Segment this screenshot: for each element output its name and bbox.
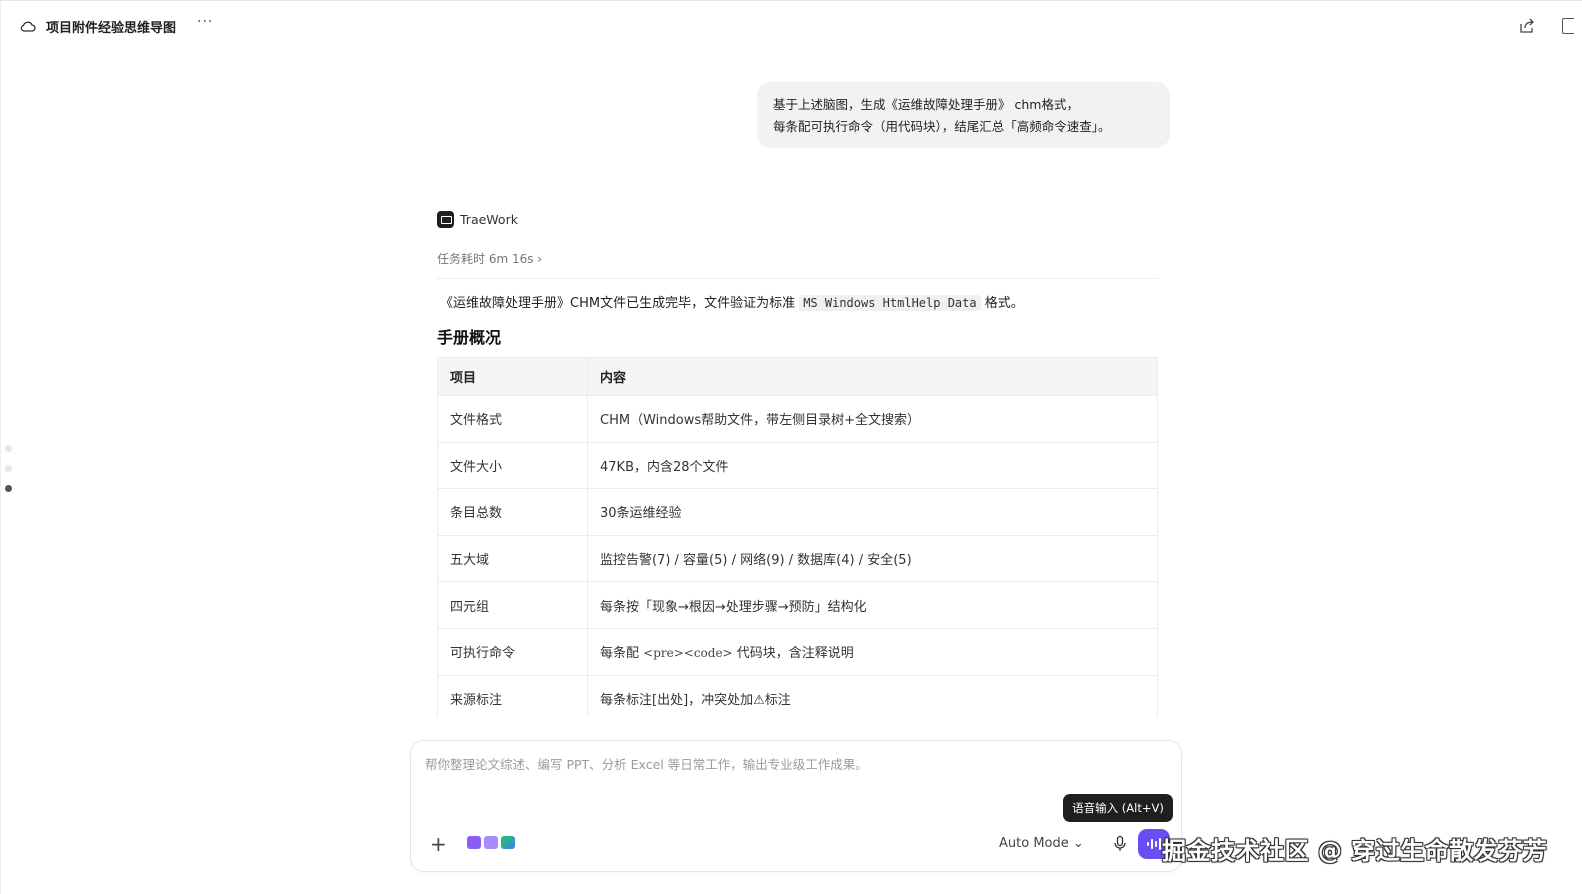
table-row: 来源标注 每条标注[出处]，冲突处加⚠标注 — [437, 674, 1158, 717]
cell-code: <pre><code> — [643, 646, 733, 661]
message-nav-dot[interactable] — [5, 445, 12, 452]
inline-code: MS Windows HtmlHelp Data — [799, 295, 981, 311]
table-cell-item: 五大域 — [437, 534, 588, 583]
table-cell-content: 30条运维经验 — [587, 488, 1158, 536]
table-row: 文件大小 47KB，内含28个文件 — [437, 441, 1158, 490]
more-options-icon[interactable]: ··· — [197, 14, 213, 30]
result-text: 《运维故障处理手册》CHM文件已生成完毕，文件验证为标准 — [440, 296, 800, 311]
side-panel-toggle-icon[interactable] — [1562, 18, 1574, 34]
microphone-icon[interactable] — [1113, 835, 1127, 853]
table-cell-content: 每条配 <pre><code> 代码块，含注释说明 — [587, 627, 1158, 676]
message-nav-dot[interactable] — [5, 465, 12, 472]
add-attachment-icon[interactable]: + — [430, 834, 447, 854]
agent-header: TraeWork — [437, 211, 518, 228]
table-cell-item: 四元组 — [437, 581, 588, 629]
table-row: 可执行命令 每条配 <pre><code> 代码块，含注释说明 — [437, 627, 1158, 676]
share-icon[interactable] — [1519, 18, 1535, 34]
cell-text: 每条配 — [600, 646, 644, 662]
table-row: 五大域 监控告警(7) / 容量(5) / 网络(9) / 数据库(4) / 安… — [437, 534, 1158, 583]
user-message-line: 基于上述脑图，生成《运维故障处理手册》 chm格式， — [773, 97, 1079, 112]
document-title[interactable]: 项目附件经验思维导图 — [46, 17, 176, 36]
table-cell-item: 文件大小 — [437, 441, 588, 490]
user-message-bubble: 基于上述脑图，生成《运维故障处理手册》 chm格式， 每条配可执行命令（用代码块… — [757, 82, 1170, 148]
video-tool-icon[interactable] — [467, 836, 481, 849]
table-cell-item: 条目总数 — [437, 488, 588, 536]
task-duration-toggle[interactable]: 任务耗时 6m 16s › — [437, 250, 542, 267]
overview-table: 项目 内容 文件格式 CHM（Windows帮助文件，带左侧目录树+全文搜索） … — [437, 357, 1158, 717]
table-header-row: 项目 内容 — [437, 357, 1158, 396]
table-row: 四元组 每条按「现象→根因→处理步骤→预防」结构化 — [437, 581, 1158, 629]
table-row: 条目总数 30条运维经验 — [437, 488, 1158, 536]
table-cell-content: 监控告警(7) / 容量(5) / 网络(9) / 数据库(4) / 安全(5) — [587, 534, 1158, 583]
prompt-input[interactable] — [425, 757, 1165, 772]
table-cell-content: 每条按「现象→根因→处理步骤→预防」结构化 — [587, 581, 1158, 629]
result-text: 格式。 — [980, 296, 1024, 311]
traework-logo-icon — [437, 211, 454, 228]
voice-input-tooltip: 语音输入 (Alt+V) — [1063, 794, 1173, 822]
table-cell-content: CHM（Windows帮助文件，带左侧目录树+全文搜索） — [587, 395, 1158, 443]
table-row: 文件格式 CHM（Windows帮助文件，带左侧目录树+全文搜索） — [437, 395, 1158, 443]
watermark: 掘金技术社区 @ 穿过生命散发芬芳 — [1162, 837, 1548, 865]
message-nav-dot-active[interactable] — [5, 485, 12, 492]
top-bar: 项目附件经验思维导图 ··· — [0, 0, 1582, 52]
app-tool-icon[interactable] — [501, 836, 515, 849]
table-cell-content: 47KB，内含28个文件 — [587, 441, 1158, 490]
cloud-icon — [20, 21, 36, 32]
table-cell-content: 每条标注[出处]，冲突处加⚠标注 — [587, 674, 1158, 717]
table-cell-item: 来源标注 — [437, 674, 588, 717]
image-tool-icon[interactable] — [484, 836, 498, 849]
section-heading: 手册概况 — [437, 328, 502, 347]
table-cell-item: 文件格式 — [437, 395, 588, 443]
user-message-line: 每条配可执行命令（用代码块），结尾汇总「高频命令速查」。 — [773, 119, 1111, 134]
divider — [437, 278, 1158, 279]
agent-name: TraeWork — [460, 212, 518, 227]
result-summary: 《运维故障处理手册》CHM文件已生成完毕，文件验证为标准 MS Windows … — [440, 292, 1024, 311]
cell-text: 代码块，含注释说明 — [732, 646, 854, 662]
column-header: 内容 — [587, 357, 1158, 396]
mode-dropdown[interactable]: Auto Mode ⌄ — [999, 836, 1084, 851]
tool-shortcuts[interactable] — [467, 836, 515, 849]
table-cell-item: 可执行命令 — [437, 627, 588, 676]
column-header: 项目 — [437, 357, 588, 396]
